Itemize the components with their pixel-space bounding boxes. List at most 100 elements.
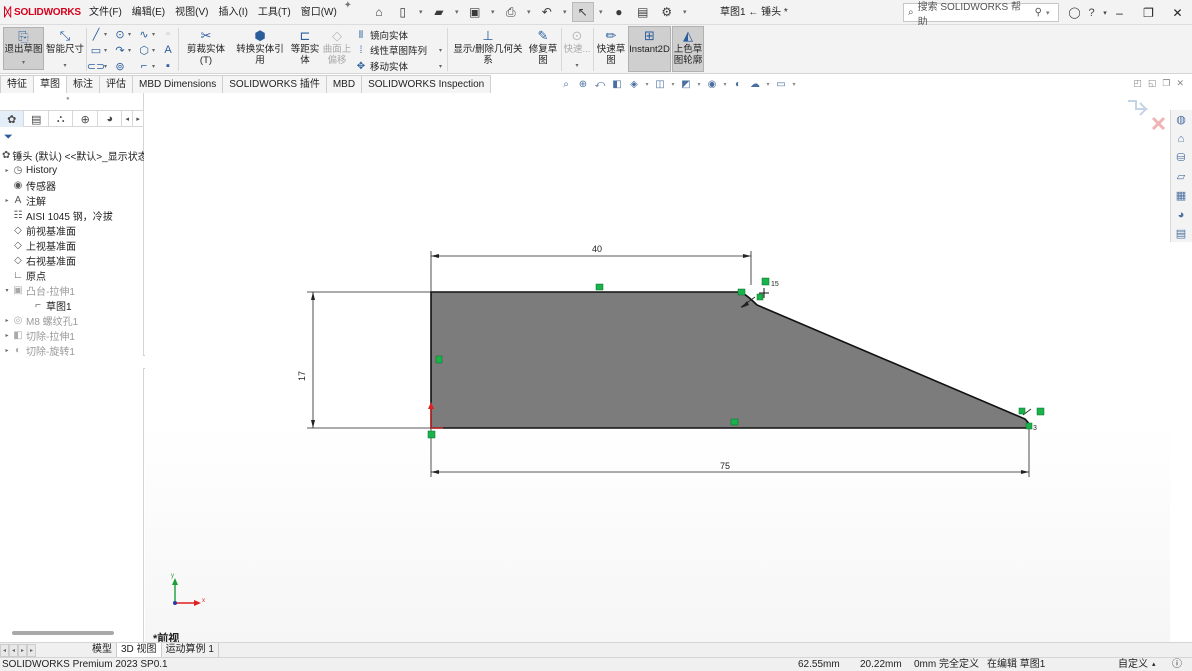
tree-item[interactable]: ▸ ◧ 切除-拉伸1 — [0, 328, 144, 343]
fillet-3-value[interactable]: 3 — [1033, 425, 1037, 432]
apply-scene-icon[interactable]: ☁ — [747, 77, 763, 91]
last-tab-icon[interactable]: ▸ — [27, 643, 36, 657]
viewport-restore-icon[interactable]: ❐ — [1162, 78, 1170, 89]
dimension-40[interactable]: 40 — [430, 244, 752, 292]
pin-menu-icon[interactable]: ✦ — [342, 0, 354, 25]
spline-dropdown-icon[interactable]: ▾ — [152, 31, 155, 38]
line-dropdown-icon[interactable]: ▾ — [104, 31, 107, 38]
tree-item[interactable]: ⌐ 草图1 — [0, 298, 144, 313]
options-gear-icon[interactable]: ⚙ — [656, 2, 678, 22]
zoom-to-fit-icon[interactable]: ⌕ — [558, 77, 574, 91]
configuration-manager-tab-icon[interactable]: ⛬ — [49, 111, 74, 127]
slot-dropdown-icon[interactable]: ▾ — [104, 63, 107, 70]
tree-item[interactable]: ☷ AISI 1045 钢，冷拔 — [0, 208, 144, 223]
dimension-75[interactable]: 75 — [430, 428, 1030, 477]
solidworks-logo[interactable]: ᛞ SOLIDWORKS — [0, 5, 84, 19]
section-view-icon[interactable]: ◧ — [609, 77, 625, 91]
instant2d-button[interactable]: ⊞ Instant2D — [628, 26, 671, 72]
open-dropdown-icon[interactable]: ▾ — [452, 2, 462, 22]
vertical-relation-marker[interactable] — [435, 355, 443, 364]
hide-show-items-icon[interactable]: ◉ — [704, 77, 720, 91]
viewport-split-icon[interactable]: ◱ — [1148, 78, 1157, 89]
view-orientation-icon[interactable]: ◫ — [652, 77, 668, 91]
print-icon[interactable]: ⎙ — [500, 2, 522, 22]
tabs-scroll-left-icon[interactable]: ◂ — [122, 111, 134, 127]
tabs-scroll-right-icon[interactable]: ▸ — [133, 111, 144, 127]
text-tool-icon[interactable]: A — [161, 43, 175, 57]
dimension-75-value[interactable]: 75 — [720, 461, 730, 471]
dimension-40-value[interactable]: 40 — [592, 244, 602, 254]
viewport-tile-icon[interactable]: ◰ — [1133, 78, 1142, 89]
coincident-relation-marker[interactable] — [427, 430, 436, 439]
undo-dropdown-icon[interactable]: ▾ — [560, 2, 570, 22]
print-dropdown-icon[interactable]: ▾ — [524, 2, 534, 22]
options-dropdown-icon[interactable]: ▾ — [680, 2, 690, 22]
search-dropdown-icon[interactable]: ▾ — [1046, 9, 1058, 17]
select-cursor-icon[interactable]: ↖ — [571, 2, 594, 22]
circle-tool-icon[interactable]: ⊙ — [113, 27, 127, 41]
ellipse-tool-icon[interactable]: ⊚ — [113, 59, 127, 73]
save-dropdown-icon[interactable]: ▾ — [488, 2, 498, 22]
tree-item[interactable]: ◇ 前视基准面 — [0, 223, 144, 238]
sketch-fillet-icon[interactable]: ⌐ — [137, 59, 151, 73]
save-icon[interactable]: ▣ — [464, 2, 486, 22]
hide-show-dropdown-icon[interactable]: ▾ — [721, 77, 729, 91]
rapid-sketch-button[interactable]: ✏ 快速草 图 — [595, 27, 627, 67]
display-manager-tab-icon[interactable]: ◕ — [98, 111, 123, 127]
tree-item[interactable]: ◉ 传感器 — [0, 178, 144, 193]
tree-item[interactable]: ∟ 原点 — [0, 268, 144, 283]
status-info-icon[interactable]: ⓘ — [1172, 658, 1182, 671]
status-units[interactable]: 自定义 — [1118, 658, 1148, 671]
tab-sketch[interactable]: 草图 — [33, 75, 67, 93]
viewport-close-icon[interactable]: ✕ — [1176, 78, 1184, 89]
smart-dimension-button[interactable]: ⤡ 智能尺寸 ▾ — [46, 27, 84, 72]
appearances-icon[interactable]: ◕ — [1171, 205, 1191, 224]
tab-model[interactable]: 模型 — [88, 643, 117, 657]
tree-expand-icon[interactable]: ▸ — [2, 332, 12, 339]
search-magnifier-icon[interactable]: ⚲ — [1035, 7, 1042, 18]
point-tool-icon[interactable]: ▪ — [161, 59, 175, 73]
tree-expand-icon[interactable]: ▸ — [2, 197, 12, 204]
file-explorer-icon[interactable]: ▱ — [1171, 167, 1191, 186]
move-dropdown-icon[interactable]: ▾ — [439, 63, 442, 70]
slot-tool-icon[interactable]: ⊂⊃ — [87, 59, 105, 73]
view-palette-icon[interactable]: ▦ — [1171, 186, 1191, 205]
coincident-relation-marker[interactable] — [1025, 422, 1033, 430]
tree-item[interactable]: ▾ ▣ 凸台-拉伸1 — [0, 283, 144, 298]
tangent-relation-marker[interactable] — [1018, 407, 1026, 415]
menu-tools[interactable]: 工具(T) — [253, 0, 296, 25]
tree-expand-icon[interactable]: ▸ — [2, 347, 12, 354]
next-tab-icon[interactable]: ▸ — [18, 643, 27, 657]
tree-item[interactable]: ✿ 锤头 (默认) <<默认>_显示状态 — [0, 148, 144, 163]
feature-manager-tab-icon[interactable]: ✿ — [0, 111, 25, 127]
view-settings-icon[interactable]: ▭ — [773, 77, 789, 91]
radius-relation-marker[interactable] — [761, 277, 770, 286]
tab-motion-study[interactable]: 运动算例 1 — [162, 643, 219, 657]
rectangle-dropdown-icon[interactable]: ▾ — [104, 47, 107, 54]
menu-window[interactable]: 窗口(W) — [296, 0, 342, 25]
restore-icon[interactable]: ❐ — [1134, 0, 1163, 25]
polygon-tool-icon[interactable]: ⬡ — [137, 43, 151, 57]
horizontal-relation-marker[interactable] — [730, 418, 739, 426]
tree-item[interactable]: ▸ A 注解 — [0, 193, 144, 208]
prev-tab-icon[interactable]: ◂ — [9, 643, 18, 657]
tab-evaluate[interactable]: 评估 — [99, 75, 133, 93]
exit-sketch-button[interactable]: ⎘ 退出草图 ▾ — [3, 27, 44, 70]
dimension-17-value[interactable]: 17 — [297, 371, 307, 381]
tree-item[interactable]: ▸ ◎ M8 螺纹孔1 — [0, 313, 144, 328]
quick-snaps-button[interactable]: ⊙ 快速... ▾ — [563, 27, 591, 72]
orientation-dropdown-icon[interactable]: ▾ — [669, 77, 677, 91]
annotation-dropdown-icon[interactable]: ▾ — [643, 77, 651, 91]
menu-file[interactable]: 文件(F) — [84, 0, 127, 25]
new-doc-dropdown-icon[interactable]: ▾ — [416, 2, 426, 22]
display-style-dropdown-icon[interactable]: ▾ — [695, 77, 703, 91]
repair-sketch-button[interactable]: ✎ 修复草 图 — [528, 27, 558, 67]
sketch-profile[interactable] — [430, 291, 1031, 429]
tab-mbd[interactable]: MBD — [325, 75, 363, 93]
fillet-grey-icon[interactable]: ▫ — [161, 27, 175, 41]
select-dropdown-icon[interactable]: ▾ — [596, 2, 606, 22]
smart-dimension-dropdown-icon[interactable]: ▾ — [63, 61, 66, 72]
panel-horizontal-scrollbar[interactable] — [12, 631, 114, 635]
tree-item[interactable]: ▸ ◷ History — [0, 163, 144, 178]
spline-tool-icon[interactable]: ∿ — [137, 27, 151, 41]
